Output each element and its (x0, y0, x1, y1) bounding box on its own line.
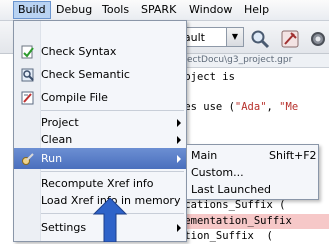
code-text: ications_Suffix ( (178, 199, 286, 211)
menu-item-check-syntax[interactable]: Check Syntax (14, 41, 186, 62)
submenu-arrow-icon (177, 224, 181, 232)
submenu-item-last-launched[interactable]: Last Launched (187, 181, 318, 198)
menu-bar: Build Debug Tools SPARK Window Help (0, 0, 329, 21)
menu-tools-label: Tools (102, 3, 130, 16)
menu-build[interactable]: Build (13, 1, 51, 19)
run-icon (22, 153, 34, 165)
menu-item-clean[interactable]: Clean (14, 129, 186, 150)
menu-build-label: Build (18, 3, 46, 16)
menu-separator (41, 171, 184, 172)
code-string: "Ada" (234, 101, 267, 113)
menu-item-label: Project (41, 116, 79, 129)
menu-item-label: Compile File (41, 91, 108, 104)
submenu-item-custom[interactable]: Custom... (187, 164, 318, 181)
menu-item-label: Clean (41, 133, 73, 146)
menu-debug[interactable]: Debug (52, 2, 96, 18)
menu-item-run[interactable]: Run (14, 148, 186, 169)
annotation-arrow-icon (92, 198, 128, 242)
code-line: ges use ("Ada", "Me (178, 100, 298, 115)
submenu-item-label: Main (191, 149, 218, 162)
menu-window-label: Window (189, 3, 233, 16)
menu-spark-label: SPARK (141, 3, 177, 16)
menu-item-label: Check Semantic (41, 68, 130, 81)
gear-icon[interactable] (308, 29, 328, 49)
submenu-arrow-icon (177, 136, 181, 144)
run-submenu: Main Shift+F2 Custom... Last Launched (186, 144, 319, 200)
menu-tools[interactable]: Tools (98, 2, 133, 18)
submenu-item-label: Last Launched (191, 183, 271, 196)
menu-item-label: Run (41, 152, 63, 165)
code-line: ications_Suffix ( (178, 198, 285, 213)
menu-item-compile-file[interactable]: Compile File (14, 87, 186, 108)
menu-help[interactable]: Help (240, 2, 273, 18)
code-line-highlighted: lementation_Suffix (176, 214, 329, 229)
code-text: lementation_Suffix (178, 215, 292, 227)
tools-icon[interactable] (280, 29, 300, 49)
menu-help-label: Help (244, 3, 270, 16)
check-syntax-icon (21, 45, 34, 59)
menu-separator (41, 110, 184, 111)
submenu-arrow-icon (177, 155, 181, 163)
submenu-item-main[interactable]: Main Shift+F2 (187, 147, 318, 164)
submenu-arrow-icon (177, 119, 181, 127)
shortcut-label: Shift+F2 (269, 149, 317, 162)
code-text: , (266, 101, 280, 113)
compile-file-icon (21, 91, 34, 105)
check-semantic-icon (21, 68, 34, 82)
chevron-down-icon[interactable]: ▼ (226, 28, 243, 46)
menu-item-check-semantic[interactable]: Check Semantic (14, 64, 186, 85)
code-string: "Me (279, 101, 299, 113)
menu-item-label: Settings (41, 221, 87, 234)
file-path-tab[interactable]: ojectDocu\g3_project.gpr (176, 54, 329, 68)
search-icon[interactable] (250, 29, 270, 49)
menu-window[interactable]: Window (185, 2, 236, 18)
menu-item-label: Check Syntax (41, 45, 117, 58)
menu-debug-label: Debug (56, 3, 93, 16)
menu-item-label: Recompute Xref info (41, 177, 154, 190)
code-text: ation_Suffix ( (178, 230, 273, 242)
menu-spark[interactable]: SPARK (137, 2, 180, 18)
submenu-item-label: Custom... (191, 166, 244, 179)
